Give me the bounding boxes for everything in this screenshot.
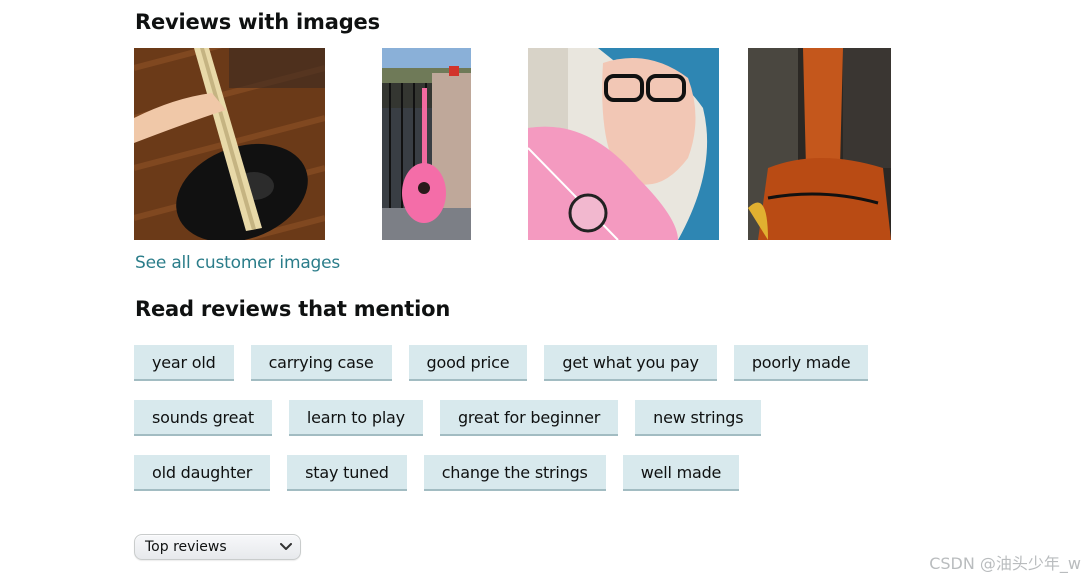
watermark: CSDN @油头少年_w: [929, 554, 1081, 573]
sort-reviews-dropdown[interactable]: Top reviews: [134, 534, 301, 560]
mention-chip-row: sounds great learn to play great for beg…: [134, 400, 778, 436]
mention-chip[interactable]: old daughter: [134, 455, 271, 491]
mention-chip[interactable]: get what you pay: [544, 345, 717, 381]
sort-selected-value: Top reviews: [145, 539, 227, 555]
customer-image-2[interactable]: [382, 48, 471, 240]
reviews-with-images-heading: Reviews with images: [135, 10, 380, 34]
mention-chip[interactable]: new strings: [635, 400, 762, 436]
chevron-down-icon: [280, 543, 292, 550]
customer-image-1[interactable]: [134, 48, 325, 240]
mention-chip[interactable]: change the strings: [423, 455, 606, 491]
read-reviews-mention-heading: Read reviews that mention: [135, 297, 451, 321]
mention-chip[interactable]: year old: [134, 345, 234, 381]
mention-chip-row: year old carrying case good price get wh…: [134, 345, 885, 381]
mention-chip-row: old daughter stay tuned change the strin…: [134, 455, 756, 491]
mention-chip[interactable]: great for beginner: [439, 400, 619, 436]
mention-chip[interactable]: carrying case: [250, 345, 392, 381]
mention-chip[interactable]: poorly made: [733, 345, 869, 381]
mention-chip[interactable]: learn to play: [288, 400, 423, 436]
see-all-customer-images-link[interactable]: See all customer images: [135, 253, 340, 273]
customer-image-3[interactable]: [528, 48, 719, 240]
mention-chip[interactable]: sounds great: [134, 400, 272, 436]
mention-chip[interactable]: stay tuned: [287, 455, 407, 491]
customer-image-4[interactable]: [748, 48, 891, 240]
mention-chip[interactable]: well made: [622, 455, 740, 491]
mention-chip[interactable]: good price: [408, 345, 528, 381]
